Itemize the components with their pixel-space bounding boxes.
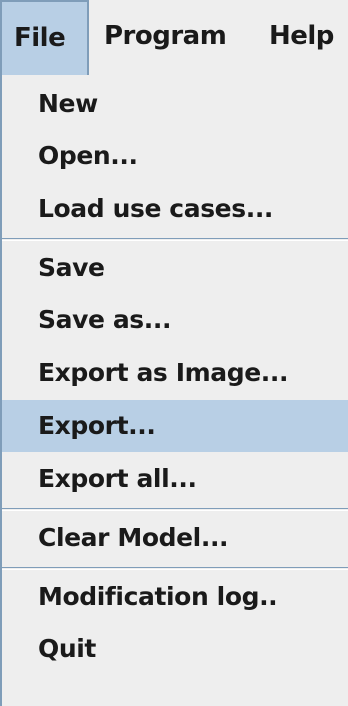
menu-item-clear-model[interactable]: Clear Model...	[2, 512, 348, 564]
menu-item-save[interactable]: Save	[2, 242, 348, 294]
menu-bar: File Program Help	[0, 0, 348, 75]
menu-separator	[2, 238, 348, 241]
menu-item-export-as-image[interactable]: Export as Image...	[2, 347, 348, 399]
menu-item-export[interactable]: Export...	[2, 400, 348, 452]
file-menu-dropdown: New Open... Load use cases... Save Save …	[0, 75, 348, 706]
menu-item-save-as[interactable]: Save as...	[2, 294, 348, 346]
menu-item-open[interactable]: Open...	[2, 130, 348, 182]
menu-item-export-all[interactable]: Export all...	[2, 453, 348, 505]
menu-help[interactable]: Help	[269, 0, 334, 75]
menu-item-modification-log[interactable]: Modification log..	[2, 571, 348, 623]
menu-item-quit[interactable]: Quit	[2, 623, 348, 675]
menu-file[interactable]: File	[0, 0, 89, 75]
menu-item-load-use-cases[interactable]: Load use cases...	[2, 183, 348, 235]
menu-separator	[2, 508, 348, 511]
menu-separator	[2, 567, 348, 570]
menu-item-new[interactable]: New	[2, 78, 348, 130]
menu-program[interactable]: Program	[104, 0, 227, 75]
